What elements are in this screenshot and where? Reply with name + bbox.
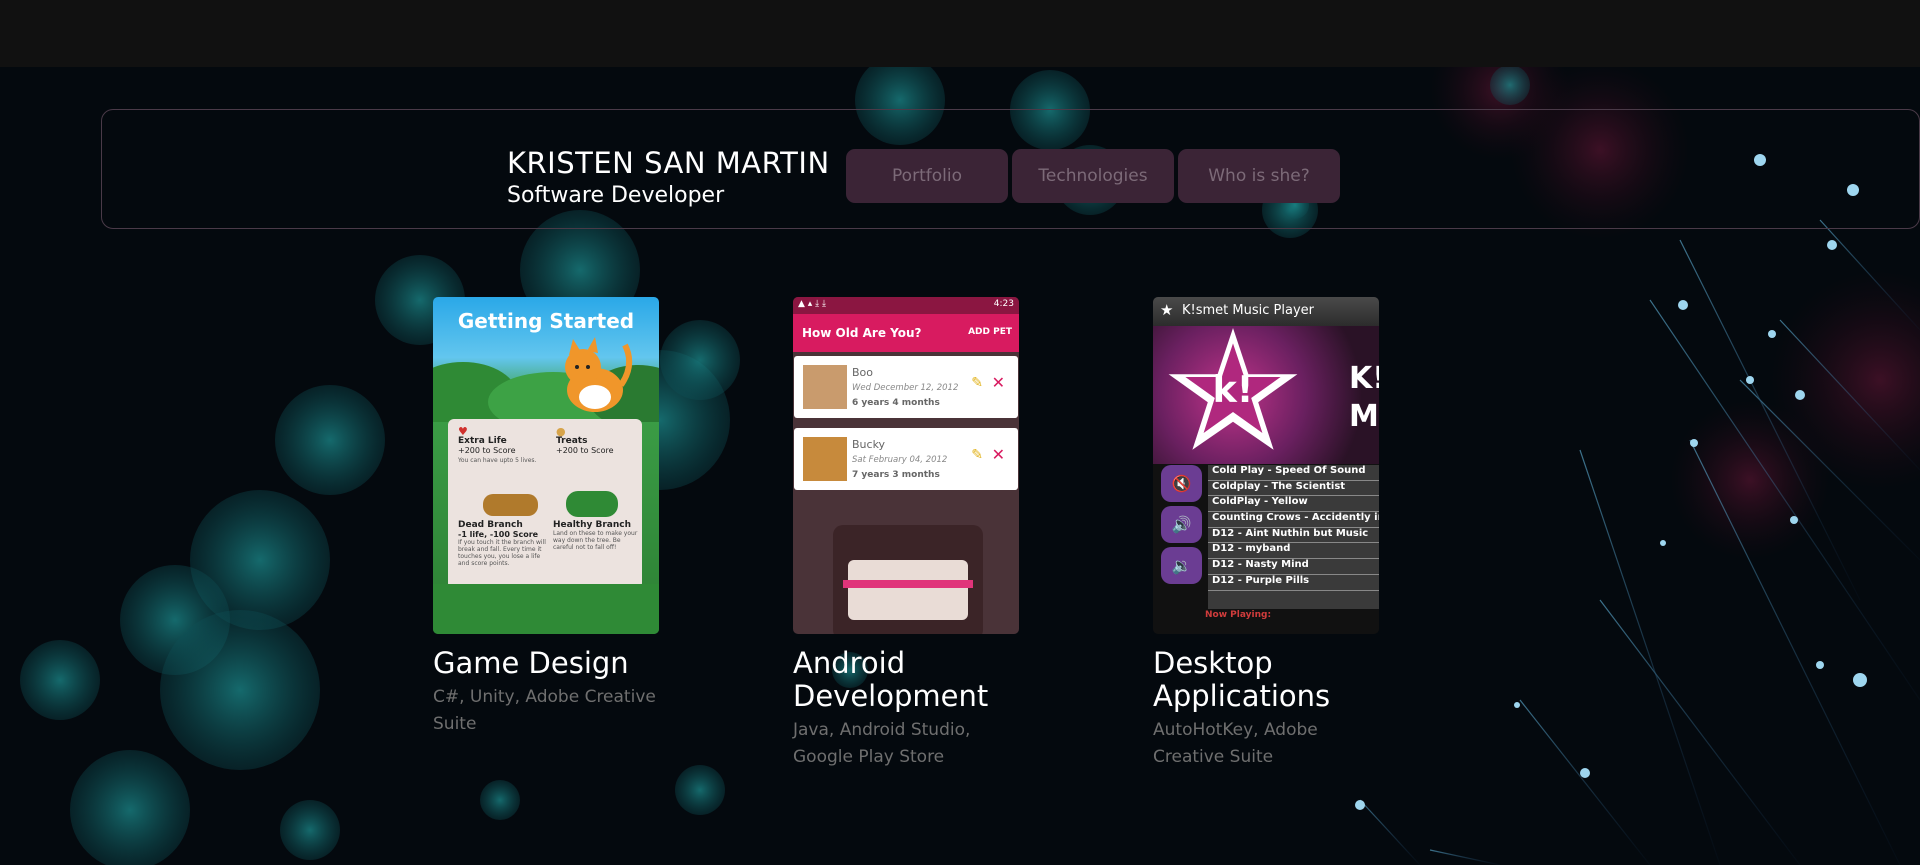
top-bar [0, 0, 1920, 67]
list-item: Cold Play - Speed Of Sound [1208, 465, 1379, 481]
android-app-title: How Old Are You? [802, 326, 922, 340]
warning-icon: ▲ ▴ ⤓ ⤓ [798, 299, 826, 309]
pet-birthdate: Sat February 04, 2012 [852, 455, 948, 465]
pet-birthdate: Wed December 12, 2012 [852, 383, 959, 393]
pet-photo [803, 437, 847, 481]
pet-age: 6 years 4 months [852, 398, 940, 408]
dead-branch-icon [483, 494, 538, 516]
song-list: Cold Play - Speed Of Sound Coldplay - Th… [1208, 465, 1379, 609]
close-icon: ✕ [991, 373, 1005, 392]
pencil-icon: ✎ [971, 375, 983, 391]
project-card-android-development[interactable]: ▲ ▴ ⤓ ⤓ 4:23 How Old Are You? ADD PET Bo… [793, 297, 1019, 771]
healthy-branch-item: Healthy Branch Land on these to make you… [553, 520, 638, 552]
close-icon: ✕ [991, 445, 1005, 464]
dead-branch-score: -1 life, -100 Score [458, 530, 539, 539]
android-app-bar: How Old Are You? ADD PET [793, 314, 1019, 352]
site-owner-role: Software Developer [507, 183, 725, 208]
list-item: Counting Crows - Accidently in Love [1208, 512, 1379, 528]
project-title[interactable]: Game Design [433, 647, 659, 680]
pet-card-boo: Boo Wed December 12, 2012 6 years 4 mont… [794, 356, 1018, 418]
list-item: ColdPlay - Yellow [1208, 496, 1379, 513]
cake-ribbon [843, 580, 973, 588]
project-tech-list: Java, Android Studio, Google Play Store [793, 720, 971, 767]
svg-text:k!: k! [1213, 368, 1254, 411]
pencil-icon: ✎ [971, 447, 983, 463]
extra-life-name: Extra Life [458, 436, 507, 446]
kismet-brand-text: K! [1349, 361, 1379, 396]
project-title[interactable]: Android Development [793, 647, 1019, 713]
extra-life-desc: You can have upto 5 lives. [458, 457, 537, 464]
cake-body [848, 560, 968, 620]
project-card-game-design[interactable]: Getting Started ♥ Extra Life +200 to Sco… [433, 297, 659, 738]
list-item: D12 - myband [1208, 543, 1379, 560]
android-status-bar: ▲ ▴ ⤓ ⤓ 4:23 [793, 297, 1019, 314]
pet-card-bucky: Bucky Sat February 04, 2012 7 years 3 mo… [794, 428, 1018, 490]
status-time: 4:23 [993, 299, 1014, 309]
list-item: D12 - Aint Nuthin but Music [1208, 528, 1379, 544]
cake-photo [833, 525, 983, 634]
treats-item: ● Treats +200 to Score [556, 426, 636, 455]
pet-name: Boo [852, 366, 874, 379]
volume-up-icon: 🔊 [1161, 506, 1202, 543]
pet-photo [803, 365, 847, 409]
pet-age: 7 years 3 months [852, 470, 940, 480]
pet-name: Bucky [852, 438, 886, 451]
extra-life-score: +200 to Score [458, 446, 516, 455]
window-title: K!smet Music Player [1182, 303, 1314, 318]
list-item: D12 - Nasty Mind [1208, 559, 1379, 575]
add-pet-action: ADD PET [968, 327, 1012, 337]
treats-name: Treats [556, 436, 588, 446]
project-tech-list: C#, Unity, Adobe Creative Suite [433, 687, 656, 734]
volume-down-icon: 🔉 [1161, 547, 1202, 584]
list-item: Coldplay - The Scientist [1208, 481, 1379, 497]
powerups-panel: ♥ Extra Life +200 to Score You can have … [448, 419, 642, 589]
star-icon: ★ [1160, 301, 1174, 319]
game-heading: Getting Started [457, 309, 635, 333]
healthy-branch-icon [566, 491, 618, 517]
header-frame [101, 109, 1920, 229]
android-screenshot[interactable]: ▲ ▴ ⤓ ⤓ 4:23 How Old Are You? ADD PET Bo… [793, 297, 1019, 634]
desktop-app-screenshot[interactable]: ★ K!smet Music Player k! K! Mu 🔇 🔊 🔉 Col… [1153, 297, 1379, 634]
nav-who-is-she-button[interactable]: Who is she? [1178, 149, 1340, 203]
dead-branch-desc: If you touch it the branch will break an… [458, 539, 546, 567]
game-design-screenshot[interactable]: Getting Started ♥ Extra Life +200 to Sco… [433, 297, 659, 634]
dead-branch-name: Dead Branch [458, 520, 523, 530]
cat-icon [565, 337, 633, 412]
nav-portfolio-button[interactable]: Portfolio [846, 149, 1008, 203]
bottom-canopy-art [433, 584, 659, 634]
extra-life-item: ♥ Extra Life +200 to Score You can have … [458, 426, 538, 465]
kismet-star-icon: k! [1168, 328, 1298, 450]
now-playing-label: Now Playing: [1205, 610, 1272, 620]
project-title[interactable]: Desktop Applications [1153, 647, 1379, 713]
kismet-brand-text-2: Mu [1349, 399, 1379, 434]
project-card-desktop-applications[interactable]: ★ K!smet Music Player k! K! Mu 🔇 🔊 🔉 Col… [1153, 297, 1379, 771]
mute-icon: 🔇 [1161, 465, 1202, 502]
kismet-logo-art: k! [1153, 326, 1379, 464]
treats-score: +200 to Score [556, 446, 614, 455]
dead-branch-item: Dead Branch -1 life, -100 Score If you t… [458, 520, 548, 568]
site-owner-name[interactable]: KRISTEN SAN MARTIN [507, 146, 830, 180]
project-tech-list: AutoHotKey, Adobe Creative Suite [1153, 720, 1318, 767]
list-item: D12 - Purple Pills [1208, 575, 1379, 591]
healthy-branch-desc: Land on these to make your way down the … [553, 530, 638, 551]
nav-technologies-button[interactable]: Technologies [1012, 149, 1174, 203]
healthy-branch-name: Healthy Branch [553, 520, 632, 530]
